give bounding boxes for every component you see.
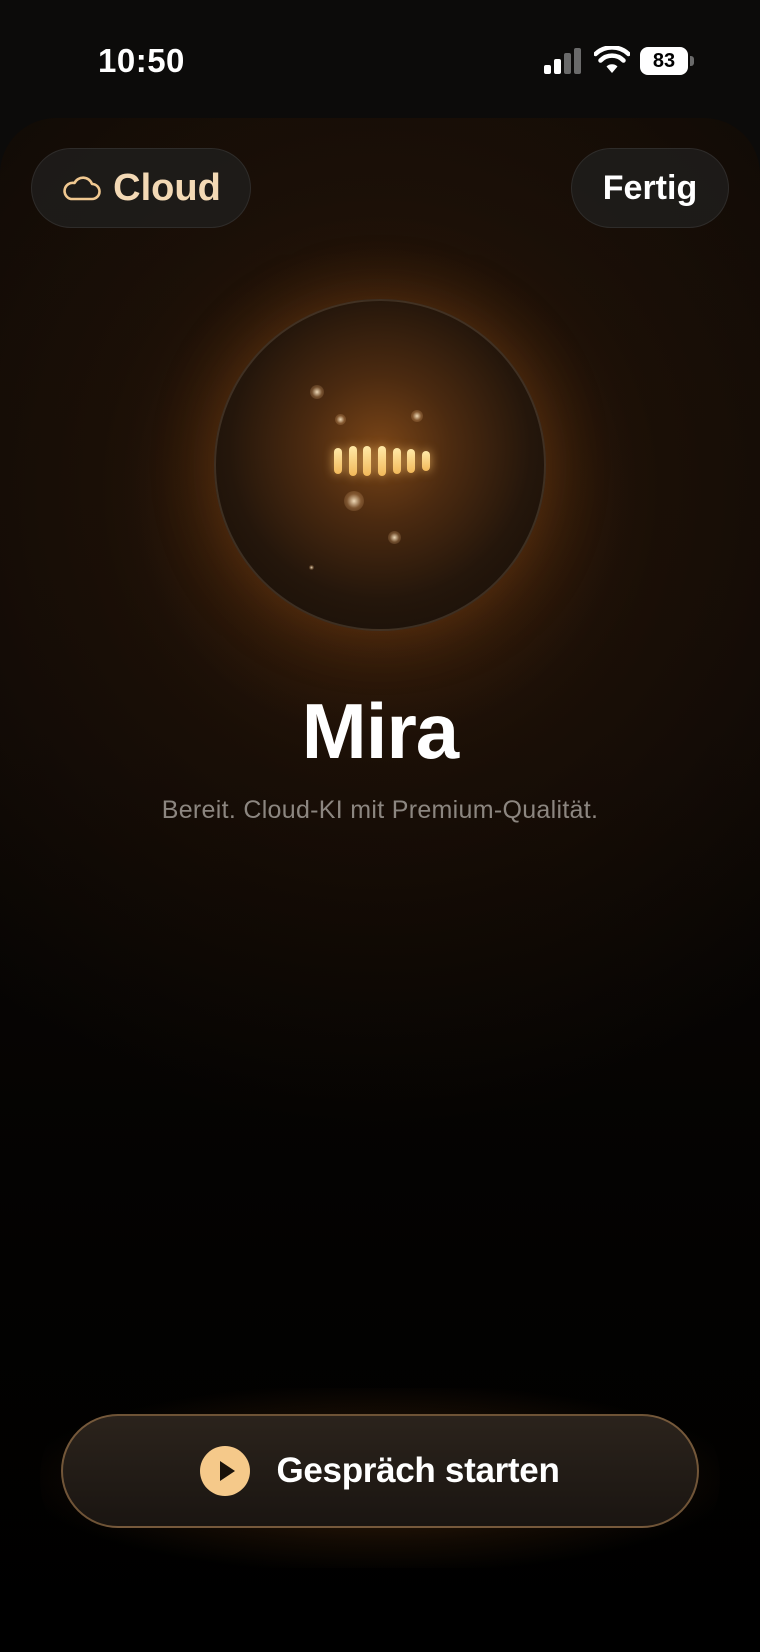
orb-particle	[335, 414, 346, 425]
status-bar: 10:50 83	[0, 0, 760, 120]
status-time: 10:50	[98, 42, 185, 79]
play-icon	[200, 1446, 251, 1496]
wifi-icon	[594, 46, 630, 73]
waveform-icon	[334, 445, 430, 477]
battery-tip	[690, 56, 694, 66]
orb-particle	[309, 565, 314, 570]
orb-particle	[411, 410, 423, 422]
battery-icon: 83	[640, 47, 694, 75]
assistant-status: Bereit. Cloud-KI mit Premium-Qualität.	[161, 796, 599, 824]
cloud-icon	[63, 176, 101, 201]
orb-particle	[388, 531, 401, 544]
start-conversation-button[interactable]: Gespräch starten	[61, 1414, 699, 1528]
signal-icon	[544, 48, 582, 74]
cloud-mode-button[interactable]: Cloud	[31, 148, 251, 228]
orb-particle	[344, 491, 364, 511]
battery-level: 83	[640, 47, 688, 75]
done-label: Fertig	[602, 168, 698, 207]
orb-particle	[310, 385, 324, 399]
voice-orb[interactable]	[214, 299, 546, 631]
assistant-sheet: Cloud Fertig Mira Bereit. Cloud-KI mit P…	[0, 118, 760, 1652]
done-button[interactable]: Fertig	[571, 148, 729, 228]
cloud-mode-label: Cloud	[113, 166, 221, 209]
start-conversation-label: Gespräch starten	[276, 1451, 560, 1490]
assistant-name: Mira	[301, 687, 459, 775]
voice-assistant-screen: 10:50 83 Cloud Fertig Mira Bereit. Cloud…	[0, 0, 760, 1652]
